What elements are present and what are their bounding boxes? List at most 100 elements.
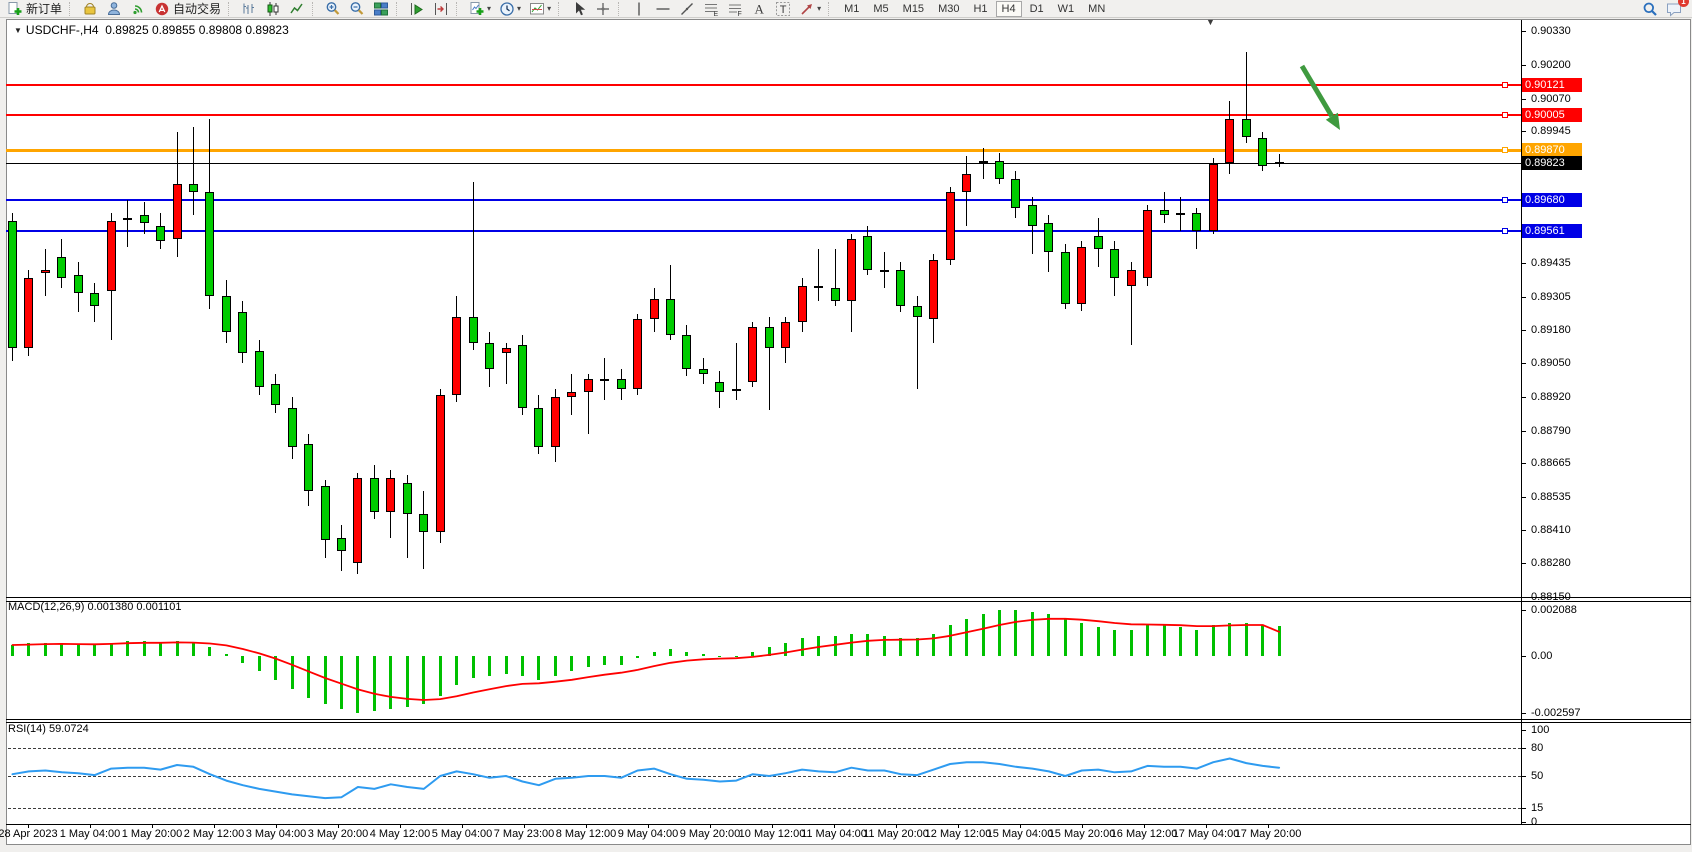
autoscroll-button[interactable] — [406, 0, 428, 18]
text-button[interactable]: A — [748, 0, 770, 18]
indicators-button[interactable]: ▾ — [466, 0, 494, 18]
timeframe-button-m30[interactable]: M30 — [932, 1, 965, 17]
search-button[interactable] — [1639, 0, 1661, 18]
zoom-out-button[interactable] — [346, 0, 368, 18]
macd-histogram-bar — [587, 656, 590, 667]
candle-chart-button[interactable] — [262, 0, 284, 18]
timeframe-button-mn[interactable]: MN — [1082, 1, 1111, 17]
styler-button[interactable] — [79, 0, 101, 18]
hline-endpoint-marker[interactable] — [1502, 147, 1508, 153]
vline-button[interactable] — [628, 0, 650, 18]
hline-endpoint-marker[interactable] — [1502, 197, 1508, 203]
price-axis-label: 0.88665 — [1531, 457, 1571, 469]
candle-bull — [551, 397, 560, 446]
notifications-button[interactable]: 1 — [1663, 0, 1685, 18]
hline-0.89823[interactable] — [6, 163, 1521, 164]
timeframe-button-h4[interactable]: H4 — [996, 1, 1022, 17]
timeframe-button-m5[interactable]: M5 — [867, 1, 894, 17]
timeframe-button-m1[interactable]: M1 — [838, 1, 865, 17]
fibo-button[interactable]: E — [700, 0, 722, 18]
rsi-level-line-15 — [8, 808, 1521, 809]
timeframe-button-m15[interactable]: M15 — [897, 1, 930, 17]
macd-histogram-bar — [883, 636, 886, 656]
candle-bear — [765, 327, 774, 348]
line-chart-button[interactable] — [286, 0, 308, 18]
cursor-button[interactable] — [568, 0, 590, 18]
candle-bull — [1176, 213, 1185, 215]
zoom-in-button[interactable] — [322, 0, 344, 18]
time-axis-label: 8 May 12:00 — [556, 828, 617, 840]
profile-button[interactable] — [103, 0, 125, 18]
candle-bear — [1094, 236, 1103, 249]
periods-button[interactable]: ▾ — [496, 0, 524, 18]
crosshair-button[interactable] — [592, 0, 614, 18]
candle-bear — [666, 299, 675, 335]
macd-histogram-bar — [356, 656, 359, 713]
textlabel-button[interactable]: T — [772, 0, 794, 18]
shapes-button[interactable]: ▾ — [796, 0, 824, 18]
time-axis-label: 11 May 04:00 — [801, 828, 867, 840]
chart-shift-button[interactable] — [430, 0, 452, 18]
new-order-button[interactable]: 新订单 — [4, 0, 65, 18]
hline-endpoint-marker[interactable] — [1502, 228, 1508, 234]
dropdown-caret-icon[interactable]: ▾ — [547, 4, 551, 13]
rsi-axis-label: 0 — [1531, 816, 1537, 828]
candle-bull — [452, 317, 461, 395]
hline-0.89680[interactable] — [6, 199, 1521, 201]
search-icon — [1642, 1, 1658, 17]
ohlc-expander-icon[interactable]: ▼ — [14, 26, 22, 35]
channel-button[interactable]: F — [724, 0, 746, 18]
macd-histogram-bar — [1163, 625, 1166, 656]
timeframe-button-w1[interactable]: W1 — [1052, 1, 1081, 17]
candle-bear — [1192, 213, 1201, 231]
hline-0.89561[interactable] — [6, 230, 1521, 232]
hline-0.90121[interactable] — [6, 84, 1521, 86]
macd-histogram-bar — [965, 619, 968, 656]
timeframe-button-h1[interactable]: H1 — [967, 1, 993, 17]
macd-histogram-bar — [93, 645, 96, 656]
dropdown-caret-icon[interactable]: ▾ — [517, 4, 521, 13]
notification-badge: 1 — [1678, 0, 1689, 7]
price-axis-tick — [1521, 31, 1526, 32]
chart-title: ▼USDCHF-,H4 0.89825 0.89855 0.89808 0.89… — [14, 23, 289, 37]
macd-histogram-bar — [768, 647, 771, 656]
candle-bear — [370, 478, 379, 512]
panel-separator[interactable] — [6, 597, 1691, 598]
candle-bull — [173, 184, 182, 239]
hline-button[interactable] — [652, 0, 674, 18]
autotrading-button[interactable]: 自动交易 — [151, 0, 224, 18]
toolbar-separator — [228, 2, 234, 16]
chart-shift-marker-icon[interactable]: ▼ — [1206, 17, 1215, 27]
macd-histogram-bar — [159, 643, 162, 656]
candle-bear — [896, 270, 905, 306]
time-axis-label: 17 May 04:00 — [1173, 828, 1240, 840]
macd-histogram-bar — [11, 645, 14, 656]
candle-bear — [419, 514, 428, 532]
bar-chart-button[interactable] — [238, 0, 260, 18]
price-axis-tick — [1521, 563, 1526, 564]
panel-separator[interactable] — [6, 722, 1691, 723]
price-axis-tick — [1521, 263, 1526, 264]
candle-bear — [1160, 210, 1169, 215]
hline-endpoint-marker[interactable] — [1502, 82, 1508, 88]
line-chart-icon — [289, 1, 305, 17]
candle-bear — [321, 486, 330, 541]
panel-separator[interactable] — [6, 601, 1691, 602]
candle-bear — [715, 382, 724, 392]
templates-button[interactable]: ▾ — [526, 0, 554, 18]
signal-button[interactable] — [127, 0, 149, 18]
panel-separator[interactable] — [6, 824, 1691, 825]
trendline-button[interactable] — [676, 0, 698, 18]
tile-windows-button[interactable] — [370, 0, 392, 18]
hline-0.90005[interactable] — [6, 114, 1521, 116]
price-axis-label: 0.89305 — [1531, 291, 1571, 303]
rsi-level-line-80 — [8, 748, 1521, 749]
dropdown-caret-icon[interactable]: ▾ — [487, 4, 491, 13]
panel-separator[interactable] — [6, 719, 1691, 720]
dropdown-caret-icon[interactable]: ▾ — [817, 4, 821, 13]
hline-0.89870[interactable] — [6, 149, 1521, 152]
candle-bear — [403, 483, 412, 514]
hline-endpoint-marker[interactable] — [1502, 112, 1508, 118]
timeframe-button-d1[interactable]: D1 — [1024, 1, 1050, 17]
candle-bear — [518, 345, 527, 407]
